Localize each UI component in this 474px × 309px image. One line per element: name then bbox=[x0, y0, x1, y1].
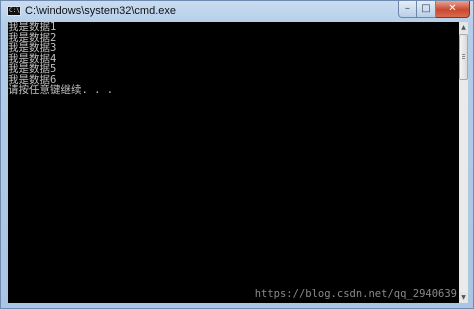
console-line: 我是数据3 bbox=[8, 42, 57, 54]
window-title: C:\windows\system32\cmd.exe bbox=[25, 5, 176, 17]
scroll-up-button[interactable]: ▲ bbox=[459, 22, 468, 33]
console-lines: 我是数据1 我是数据2 我是数据3 我是数据4 我是数据5 我是数据6 请按任意… bbox=[8, 22, 113, 96]
console-window: C:\ C:\windows\system32\cmd.exe – □ ✕ 我是… bbox=[0, 0, 474, 309]
close-button[interactable]: ✕ bbox=[436, 1, 470, 18]
console-prompt-line: 请按任意键继续. . . bbox=[8, 84, 114, 96]
scroll-thumb[interactable] bbox=[459, 34, 468, 80]
vertical-scrollbar[interactable]: ▲ ▼ bbox=[459, 22, 468, 303]
grip-icon bbox=[462, 54, 465, 55]
watermark-text: https://blog.csdn.net/qq_2940639 bbox=[254, 288, 457, 300]
close-icon: ✕ bbox=[448, 3, 457, 14]
maximize-icon: □ bbox=[421, 3, 431, 14]
arrow-up-icon: ▲ bbox=[461, 24, 466, 31]
arrow-down-icon: ▼ bbox=[461, 294, 466, 301]
console-line: 我是数据5 bbox=[8, 63, 57, 75]
console-icon[interactable]: C:\ bbox=[7, 6, 21, 16]
console-output[interactable]: 我是数据1 我是数据2 我是数据3 我是数据4 我是数据5 我是数据6 请按任意… bbox=[8, 22, 459, 303]
minimize-icon: – bbox=[405, 3, 410, 14]
minimize-button[interactable]: – bbox=[398, 1, 417, 18]
console-line: 我是数据1 bbox=[8, 22, 57, 33]
scroll-down-button[interactable]: ▼ bbox=[459, 292, 468, 303]
maximize-button[interactable]: □ bbox=[417, 1, 436, 18]
